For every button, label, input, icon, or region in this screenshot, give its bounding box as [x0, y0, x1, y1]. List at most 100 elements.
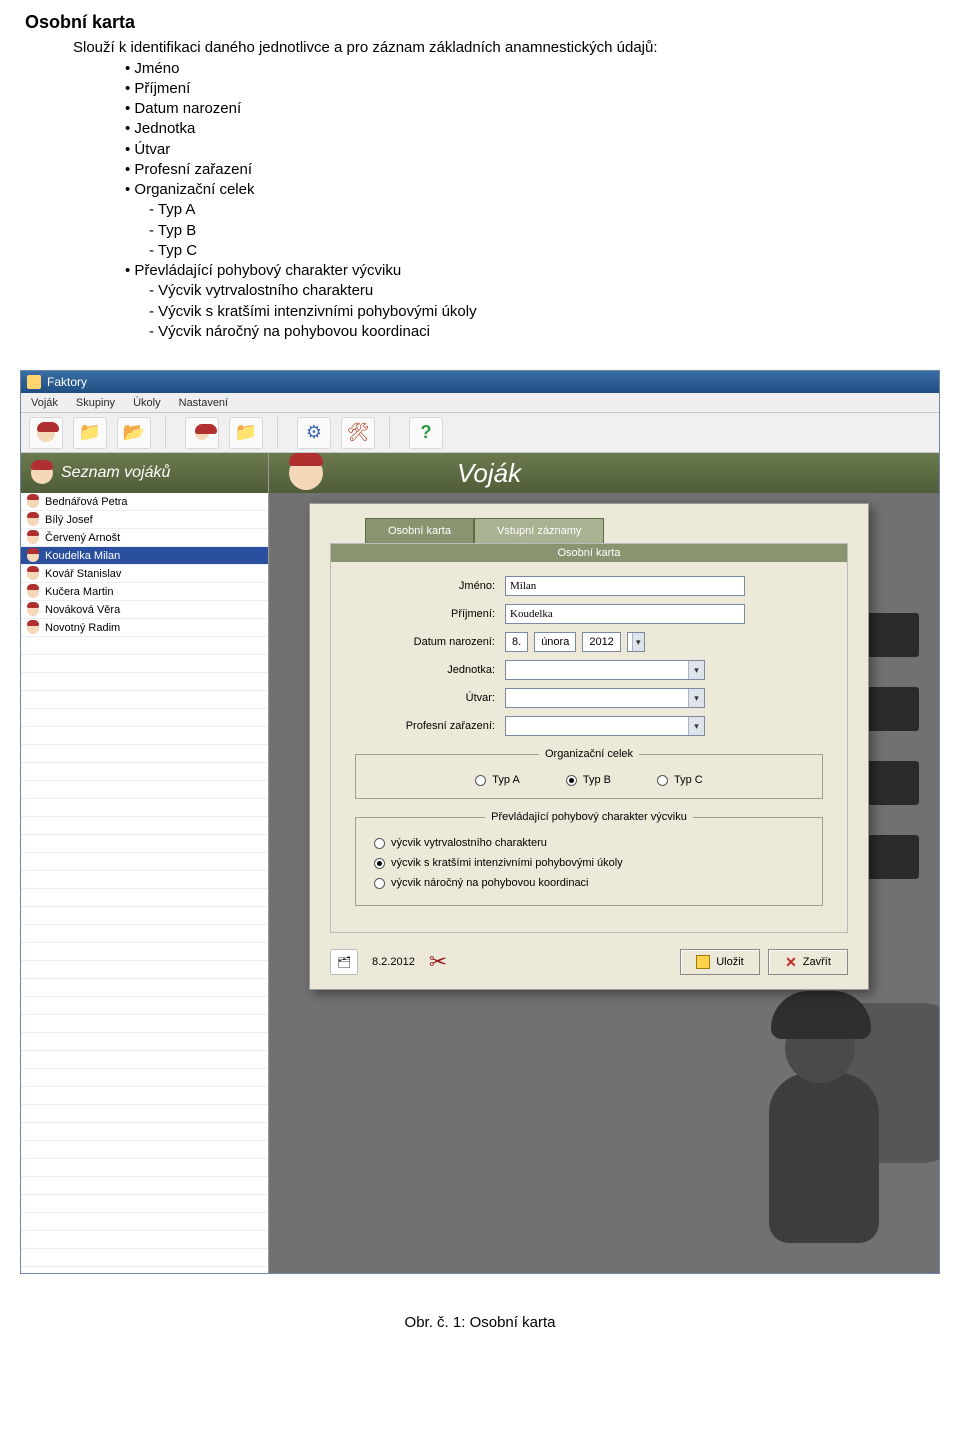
app-icon [27, 375, 41, 389]
list-blank-row [21, 1069, 268, 1087]
form-footer: 🗂 8.2.2012 ✂ Uložit ✕ Zavřít [330, 949, 848, 975]
panel-header: Voják [269, 453, 939, 493]
list-blank-row [21, 1033, 268, 1051]
group-mov-legend: Převládající pohybový charakter výcviku [485, 811, 693, 823]
dob-day[interactable]: 8. [505, 632, 528, 652]
label-jmeno: Jméno: [355, 580, 505, 592]
toolbar-btn-tools[interactable]: 🛠 [341, 417, 375, 449]
dob-year[interactable]: 2012 [582, 632, 620, 652]
doc-bullet-list: Jméno Příjmení Datum narození Jednotka Ú… [125, 59, 935, 343]
list-blank-row [21, 925, 268, 943]
doc-subbullet: Výcvik náročný na pohybovou koordinaci [149, 322, 935, 342]
soldier-row[interactable]: Bílý Josef [21, 511, 268, 529]
soldier-row[interactable]: Novotný Radim [21, 619, 268, 637]
toolbar-btn-soldier[interactable] [29, 417, 63, 449]
radio-mov-3[interactable]: výcvik náročný na pohybovou koordinaci [374, 877, 804, 889]
label-prijmeni: Příjmení: [355, 608, 505, 620]
radio-org-b[interactable]: Typ B [566, 774, 611, 786]
doc-heading: Osobní karta [25, 10, 935, 34]
soldier-icon [289, 456, 323, 490]
window-titlebar[interactable]: Faktory [21, 371, 939, 393]
soldier-row[interactable]: Kučera Martin [21, 583, 268, 601]
canvas-area: Voják Osobní karta Vstupní záznamy Osobn… [269, 453, 939, 1273]
save-button[interactable]: Uložit [680, 949, 760, 975]
list-blank-row [21, 727, 268, 745]
list-blank-row [21, 673, 268, 691]
combo-utvar[interactable]: ▾ [505, 688, 705, 708]
doc-bullet: Útvar [125, 140, 935, 160]
toolbar-btn-folder1[interactable]: 📁 [73, 417, 107, 449]
list-blank-row [21, 1141, 268, 1159]
toolbar-btn-folder2[interactable]: 📂 [117, 417, 151, 449]
chevron-down-icon[interactable]: ▾ [688, 661, 704, 679]
scissors-icon[interactable]: ✂ [429, 949, 447, 975]
radio-org-a[interactable]: Typ A [475, 774, 520, 786]
tabstrip: Osobní karta Vstupní záznamy [365, 518, 868, 543]
doc-bullet: Datum narození [125, 99, 935, 119]
label-dob: Datum narození: [355, 636, 505, 648]
label-jednotka: Jednotka: [355, 664, 505, 676]
toolbar-btn-settings[interactable]: ⚙ [297, 417, 331, 449]
doc-bullet: Příjmení [125, 79, 935, 99]
combo-jednotka[interactable]: ▾ [505, 660, 705, 680]
chevron-down-icon[interactable]: ▾ [688, 689, 704, 707]
soldier-row[interactable]: Koudelka Milan [21, 547, 268, 565]
menu-ukoly[interactable]: Úkoly [133, 397, 161, 409]
list-blank-row [21, 1015, 268, 1033]
soldier-name: Kovář Stanislav [45, 568, 121, 580]
doc-subbullet: Typ B [149, 221, 935, 241]
radio-mov-2[interactable]: výcvik s kratšími intenzivními pohybovým… [374, 857, 804, 869]
group-org: Organizační celek Typ A Typ B Typ C [355, 748, 823, 799]
group-org-legend: Organizační celek [539, 748, 639, 760]
soldier-row[interactable]: Nováková Věra [21, 601, 268, 619]
soldier-mini-icon [27, 604, 39, 616]
list-blank-row [21, 637, 268, 655]
list-blank-row [21, 835, 268, 853]
soldier-mini-icon [27, 622, 39, 634]
soldier-row[interactable]: Kovář Stanislav [21, 565, 268, 583]
doc-intro: Slouží k identifikaci daného jednotlivce… [25, 38, 935, 58]
chevron-down-icon[interactable]: ▾ [632, 633, 644, 651]
window-title: Faktory [47, 375, 87, 389]
menu-vojak[interactable]: Voják [31, 397, 58, 409]
tab-personal[interactable]: Osobní karta [365, 518, 474, 543]
soldier-mini-icon [27, 514, 39, 526]
soldier-name: Koudelka Milan [45, 550, 120, 562]
radio-org-c[interactable]: Typ C [657, 774, 703, 786]
toolbar-btn-groupfolder[interactable]: 📁 [229, 417, 263, 449]
soldier-name: Bílý Josef [45, 514, 93, 526]
bg-soldier-art [759, 943, 939, 1263]
list-blank-row [21, 1195, 268, 1213]
form-card: Osobní karta Vstupní záznamy Osobní kart… [309, 503, 869, 990]
combo-prof[interactable]: ▾ [505, 716, 705, 736]
list-blank-row [21, 1231, 268, 1249]
calendar-icon[interactable]: 🗂 [330, 949, 358, 975]
toolbar-btn-help[interactable]: ? [409, 417, 443, 449]
soldier-name: Kučera Martin [45, 586, 113, 598]
soldier-row[interactable]: Červený Arnošt [21, 529, 268, 547]
menu-skupiny[interactable]: Skupiny [76, 397, 115, 409]
tab-entry[interactable]: Vstupní záznamy [474, 518, 604, 543]
list-blank-row [21, 853, 268, 871]
input-prijmeni[interactable] [505, 604, 745, 624]
input-jmeno[interactable] [505, 576, 745, 596]
list-blank-row [21, 1051, 268, 1069]
dob-month[interactable]: února [534, 632, 576, 652]
soldier-mini-icon [27, 568, 39, 580]
soldier-row[interactable]: Bednářová Petra [21, 493, 268, 511]
dob-picker[interactable]: 8. února 2012 ▾ [505, 632, 645, 652]
menu-nastaveni[interactable]: Nastavení [179, 397, 229, 409]
soldier-mini-icon [27, 496, 39, 508]
toolbar-separator [389, 417, 395, 449]
radio-mov-1[interactable]: výcvik vytrvalostního charakteru [374, 837, 804, 849]
toolbar: 📁 📂 📁 ⚙ 🛠 ? [21, 413, 939, 453]
doc-bullet: Převládající pohybový charakter výcviku [125, 261, 935, 281]
section-title: Osobní karta [331, 544, 847, 562]
soldier-list[interactable]: Bednářová Petra Bílý Josef Červený Arnošt K… [21, 493, 268, 1273]
toolbar-btn-group[interactable] [185, 417, 219, 449]
close-button[interactable]: ✕ Zavřít [768, 949, 848, 975]
doc-subbullet: Typ C [149, 241, 935, 261]
soldier-name: Nováková Věra [45, 604, 120, 616]
chevron-down-icon[interactable]: ▾ [688, 717, 704, 735]
list-blank-row [21, 745, 268, 763]
